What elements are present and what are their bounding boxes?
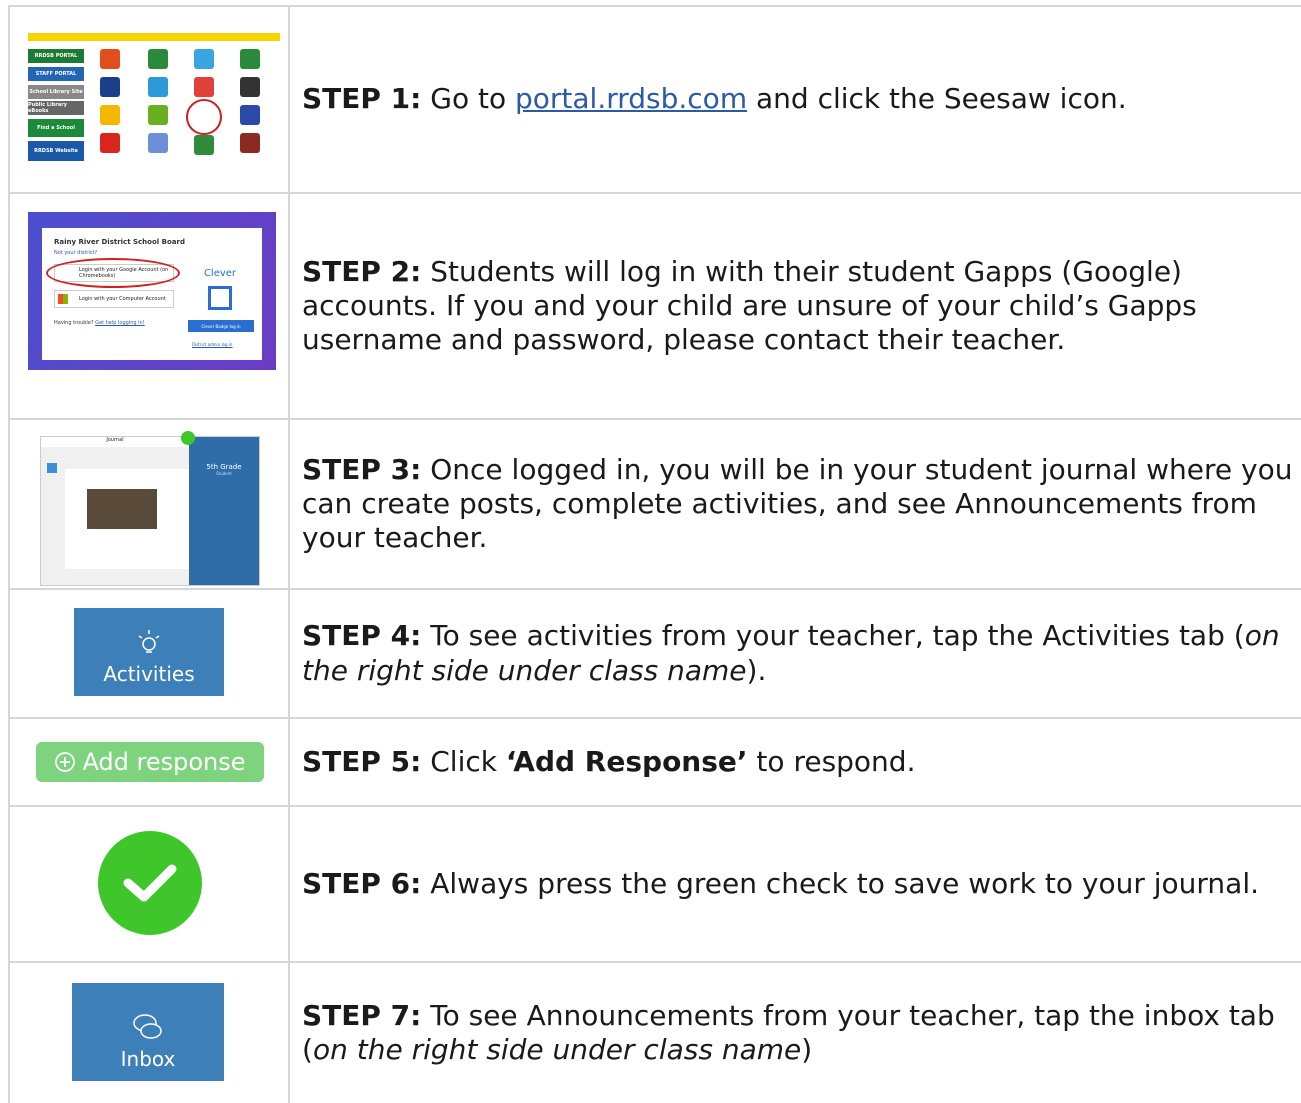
inbox-tab-label: Inbox (120, 1047, 176, 1071)
lightbulb-icon (138, 630, 160, 653)
step-text: and click the Seesaw icon. (747, 82, 1127, 116)
clever-logo: Clever (203, 268, 237, 279)
step-label: STEP 3: (302, 452, 422, 486)
step-label: STEP 7: (302, 998, 422, 1032)
step-text-2: STEP 2: Students will log in with their … (290, 194, 1301, 418)
add-response-screenshot: Add response (8, 719, 290, 805)
check-icon (98, 831, 202, 935)
portal-page: RRDSB PORTAL STAFF PORTAL School Library… (28, 33, 280, 163)
inbox-tab: Inbox (72, 983, 224, 1081)
highlight-circle (46, 258, 180, 288)
step-label: STEP 2: (302, 254, 422, 288)
qr-icon (208, 286, 232, 310)
trouble-text: Having trouble? (54, 320, 94, 326)
step-text-6: STEP 6: Always press the green check to … (290, 807, 1301, 961)
step-text: ). (746, 653, 767, 687)
step-text: Click (421, 744, 506, 778)
step-bold: ‘Add Response’ (505, 744, 748, 778)
journal-title: Journal (41, 437, 189, 447)
plus-circle-icon (55, 752, 76, 772)
step-text-3: STEP 3: Once logged in, you will be in y… (290, 420, 1301, 588)
portal-link[interactable]: portal.rrdsb.com (515, 82, 747, 115)
library-icon (100, 133, 120, 153)
step-label: STEP 6: (302, 866, 422, 900)
lexia-icon (148, 133, 168, 153)
mental-health-icon (240, 49, 260, 69)
edsby-icon (148, 77, 168, 97)
class-name: 5th Grade (206, 463, 242, 471)
step-text: to respond. (747, 744, 916, 778)
step-text: Go to (421, 82, 515, 116)
step-text: Always press the green check to save wor… (421, 866, 1260, 900)
activities-tab: Activities (74, 608, 224, 696)
portal-button: School Library Site (28, 85, 84, 99)
portal-button: RRDSB PORTAL (28, 49, 84, 63)
add-response-label: Add response (82, 748, 246, 776)
step-row-3: Journal 5th Grade Student STEP 3: Once l… (8, 420, 1301, 590)
check-screenshot (8, 807, 290, 961)
step-row-7: Inbox STEP 7: To see Announcements from … (8, 963, 1301, 1103)
oxford-icon (100, 77, 120, 97)
xello-icon (148, 105, 168, 125)
step-row-6: STEP 6: Always press the green check to … (8, 807, 1301, 963)
add-response-button: Add response (36, 742, 264, 782)
office-icon (100, 49, 120, 69)
journal-page: Journal 5th Grade Student (40, 431, 260, 586)
google-classroom-icon (194, 135, 214, 155)
lock-icon (240, 77, 260, 97)
activities-tab-screenshot: Activities (8, 590, 290, 717)
portal-button: Public Library eBooks (28, 101, 84, 115)
help-line: Having trouble? Get help logging in! (54, 320, 145, 326)
story-icon (240, 133, 260, 153)
login-screenshot: Rainy River District School Board Not yo… (8, 194, 290, 418)
activities-tab-label: Activities (103, 662, 195, 686)
drive-icon (148, 49, 168, 69)
class-role: Student (216, 471, 232, 476)
login-page: Rainy River District School Board Not yo… (28, 212, 276, 370)
portal-header-bar (28, 33, 280, 41)
class-panel: 5th Grade Student (189, 437, 259, 585)
not-district-link: Not your district? (54, 250, 98, 256)
computer-login-button: Login with your Computer Account (54, 290, 174, 308)
step-text: ) (801, 1033, 813, 1066)
seesaw-icon (186, 99, 222, 135)
tech-icon (240, 105, 260, 125)
step-italic: on the right side under class name (312, 1033, 802, 1066)
chat-bubbles-icon (133, 1014, 162, 1039)
step-label: STEP 4: (302, 619, 422, 653)
step-text-4: STEP 4: To see activities from your teac… (290, 590, 1301, 717)
step-text-7: STEP 7: To see Announcements from your t… (290, 963, 1301, 1103)
step-row-2: Rainy River District School Board Not yo… (8, 194, 1301, 420)
step-text: To see activities from your teacher, tap… (421, 619, 1245, 653)
step-row-4: Activities STEP 4: To see activities fro… (8, 590, 1301, 719)
help-link: Get help logging in! (95, 320, 145, 326)
step-row-5: Add response STEP 5: Click ‘Add Response… (8, 719, 1301, 807)
cloud-icon (194, 49, 214, 69)
portal-button: Find a School (28, 119, 84, 137)
inbox-tab-screenshot: Inbox (8, 963, 290, 1103)
classroom-icon (100, 105, 120, 125)
step-label: STEP 5: (302, 744, 422, 778)
portal-screenshot: RRDSB PORTAL STAFF PORTAL School Library… (8, 7, 290, 192)
clever-badge-button: Clever Badge log in (188, 320, 254, 332)
add-post-icon (181, 431, 195, 445)
steps-table: RRDSB PORTAL STAFF PORTAL School Library… (8, 5, 1301, 1103)
step-label: STEP 1: (302, 82, 422, 116)
step-text: Students will log in with their student … (302, 254, 1197, 357)
step-text: Once logged in, you will be in your stud… (302, 452, 1293, 555)
portal-button: STAFF PORTAL (28, 67, 84, 81)
portal-button: RRDSB Website (28, 141, 84, 161)
admin-login-link: District admin log in (192, 342, 233, 347)
login-title: Rainy River District School Board (54, 238, 185, 246)
journal-screenshot: Journal 5th Grade Student (8, 420, 290, 588)
step-text-5: STEP 5: Click ‘Add Response’ to respond. (290, 719, 1301, 805)
login-card: Rainy River District School Board Not yo… (42, 228, 262, 360)
post-photo (87, 489, 157, 529)
checkmark-icon (123, 864, 177, 902)
google-icon (194, 77, 214, 97)
step-row-1: RRDSB PORTAL STAFF PORTAL School Library… (8, 7, 1301, 194)
microsoft-icon (58, 294, 68, 304)
step-text-1: STEP 1: Go to portal.rrdsb.com and click… (290, 7, 1301, 192)
student-avatar (47, 463, 57, 473)
